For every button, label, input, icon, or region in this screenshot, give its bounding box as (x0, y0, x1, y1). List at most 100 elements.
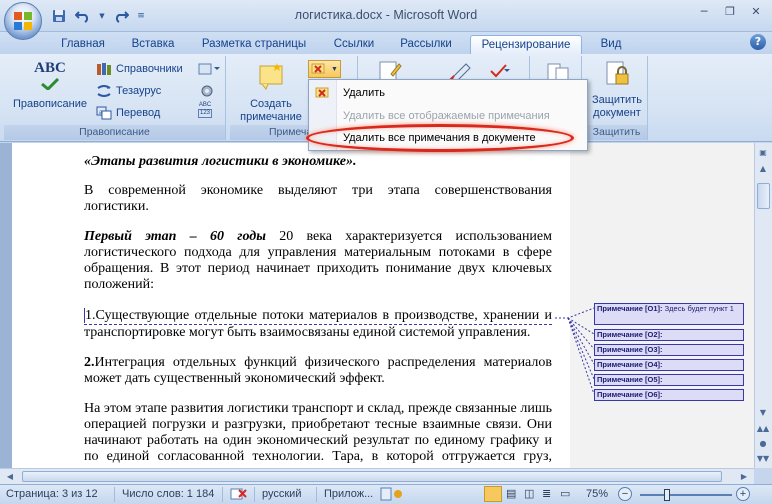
macro-record-icon[interactable] (380, 487, 404, 504)
comment-balloon-6[interactable]: Примечание [O6]: (594, 389, 744, 401)
menu-item-delete[interactable]: Удалить (309, 82, 587, 104)
tab-review[interactable]: Рецензирование (470, 35, 582, 54)
accept-changes-icon (490, 64, 510, 78)
para3-line4: по единой согласованной технологии. Тара… (84, 449, 552, 464)
view-draft-icon[interactable]: ▭ (560, 487, 570, 500)
doc-paragraph-1: В современной экономике выделяют три эта… (84, 183, 552, 215)
translate-button[interactable]: a Перевод (96, 104, 160, 122)
item1-line1: 1.Существующие отдельные потоки материал… (84, 308, 552, 325)
delete-dropdown-icon[interactable]: ▼ (331, 66, 338, 73)
zoom-slider[interactable] (640, 494, 732, 496)
comment-balloon-4[interactable]: Примечание [O4]: (594, 359, 744, 371)
next-page-icon[interactable]: ▼▼ (755, 451, 771, 465)
tab-mailings[interactable]: Рассылки (394, 35, 458, 54)
para3-line3: начинают работать на один экономический … (84, 433, 552, 448)
item2-line2: может дать существенный экономический эф… (84, 371, 385, 386)
hscroll-thumb[interactable] (22, 471, 722, 482)
language-icon (198, 63, 220, 75)
spelling-button[interactable]: ABC Правописание (6, 60, 94, 111)
status-insert-mode[interactable]: Прилож... (324, 488, 373, 500)
comment-balloon-5[interactable]: Примечание [O5]: (594, 374, 744, 386)
para1-line2: логистики. (84, 199, 149, 214)
zoom-in-icon[interactable]: + (736, 487, 750, 501)
browse-object-icon[interactable]: ● (755, 436, 771, 450)
new-comment-icon (259, 63, 283, 90)
para2-line3: обращения. В этот период начинает приход… (84, 261, 552, 276)
doc-list-item-2: 2.Интеграция отдельных функций физическо… (84, 355, 552, 387)
highlight-annotation (306, 124, 574, 152)
lock-document-icon (606, 61, 629, 85)
scroll-thumb[interactable] (757, 183, 770, 209)
scroll-left-icon[interactable]: ◀ (2, 469, 18, 483)
tab-insert[interactable]: Вставка (124, 35, 182, 54)
para3-line1: На этом этапе развития логистики транспо… (84, 401, 552, 416)
status-language[interactable]: русский (262, 488, 301, 500)
office-logo-icon (14, 12, 32, 30)
prev-page-icon[interactable]: ▲▲ (755, 421, 771, 435)
ruler-toggle-icon[interactable]: ▣ (755, 145, 771, 159)
window-controls: ─ ❐ ✕ (692, 2, 768, 20)
tab-page-layout[interactable]: Разметка страницы (194, 35, 314, 54)
para1-line1: В современной экономике выделяют три эта… (84, 183, 552, 198)
scroll-up-icon[interactable]: ▲ (755, 161, 771, 175)
help-button[interactable]: ? (750, 34, 766, 50)
language-button[interactable] (198, 60, 220, 78)
horizontal-scrollbar[interactable]: ◀ ▶ (0, 468, 754, 484)
window-title: логистика.docx - Microsoft Word (294, 8, 478, 22)
comment-balloon-3[interactable]: Примечание [O3]: (594, 344, 744, 356)
zoom-level[interactable]: 75% (586, 488, 608, 500)
gear-icon (201, 85, 213, 97)
protect-group: Защитить документ Защитить (586, 56, 648, 140)
view-outline-icon[interactable]: ≣ (542, 487, 551, 500)
delete-comment-icon (311, 63, 325, 74)
item1-line2: транспортировке могут быть взаимосвязаны… (84, 325, 531, 340)
thesaurus-icon (97, 85, 111, 97)
research-button[interactable]: Справочники (96, 60, 183, 78)
zoom-out-icon[interactable]: − (618, 487, 632, 501)
doc-heading: «Этапы развития логистики в экономике». (84, 154, 357, 169)
protect-document-button[interactable]: Защитить документ (588, 60, 646, 120)
tab-home[interactable]: Главная (54, 35, 112, 54)
status-page[interactable]: Страница: 3 из 12 (6, 488, 98, 500)
close-button[interactable]: ✕ (744, 2, 768, 20)
tab-references[interactable]: Ссылки (326, 35, 382, 54)
translate-icon: a (96, 106, 112, 120)
para2-line4: положений: (84, 277, 155, 292)
books-icon (97, 63, 111, 75)
delete-comment-button[interactable]: ▼ (308, 60, 341, 78)
item2-line1: 2.Интеграция отдельных функций физическо… (84, 355, 552, 370)
protect-group-label: Защитить (586, 125, 647, 140)
scroll-right-icon[interactable]: ▶ (736, 469, 752, 483)
word-count-button[interactable]: ABC 123 (198, 102, 213, 124)
status-word-count[interactable]: Число слов: 1 184 (122, 488, 214, 500)
view-print-layout-icon[interactable] (484, 486, 502, 502)
accept-button[interactable] (488, 62, 510, 80)
para3-line2: операцией погрузки и разгрузки, приобрет… (84, 417, 552, 432)
document-area: «Этапы развития логистики в экономике». … (0, 143, 754, 468)
view-web-icon[interactable]: ◫ (524, 487, 534, 500)
para2-line1: Первый этап – 60 годы 20 века характериз… (84, 229, 552, 244)
title-bar: ▼ ≡ логистика.docx - Microsoft Word ─ ❐ … (0, 0, 772, 32)
tab-view[interactable]: Вид (594, 35, 628, 54)
doc-paragraph-3: На этом этапе развития логистики транспо… (84, 401, 552, 465)
new-comment-button[interactable]: Создать примечание (236, 62, 306, 124)
thesaurus-button[interactable]: Тезаурус (96, 82, 161, 100)
vertical-scrollbar[interactable]: ▣ ▲ ▼ ▲▲ ● ▼▼ (754, 143, 772, 468)
ribbon-tabs: Главная Вставка Разметка страницы Ссылки… (0, 32, 772, 54)
scroll-down-icon[interactable]: ▼ (755, 405, 771, 419)
para2-line2: логистического подхода для управления ма… (84, 245, 552, 260)
comment-balloon-1[interactable]: Примечание [O1]: Здесь будет пункт 1 (594, 303, 744, 325)
doc-list-item-1: 1.Существующие отдельные потоки материал… (84, 308, 552, 341)
spelling-icon: ABC (6, 60, 94, 90)
proofing-group: ABC Правописание Справочники Тезаурус a … (4, 56, 226, 140)
zoom-slider-thumb[interactable] (664, 489, 670, 501)
proofing-status-icon[interactable] (230, 487, 248, 504)
delete-comment-icon (315, 87, 329, 98)
minimize-button[interactable]: ─ (692, 2, 716, 20)
office-button[interactable] (4, 2, 42, 40)
view-full-screen-icon[interactable]: ▤ (506, 487, 516, 500)
comment-balloon-2[interactable]: Примечание [O2]: (594, 329, 744, 341)
maximize-button[interactable]: ❐ (718, 2, 742, 20)
word-count-icon-button[interactable] (200, 82, 214, 100)
doc-paragraph-2: Первый этап – 60 годы 20 века характериз… (84, 229, 552, 293)
